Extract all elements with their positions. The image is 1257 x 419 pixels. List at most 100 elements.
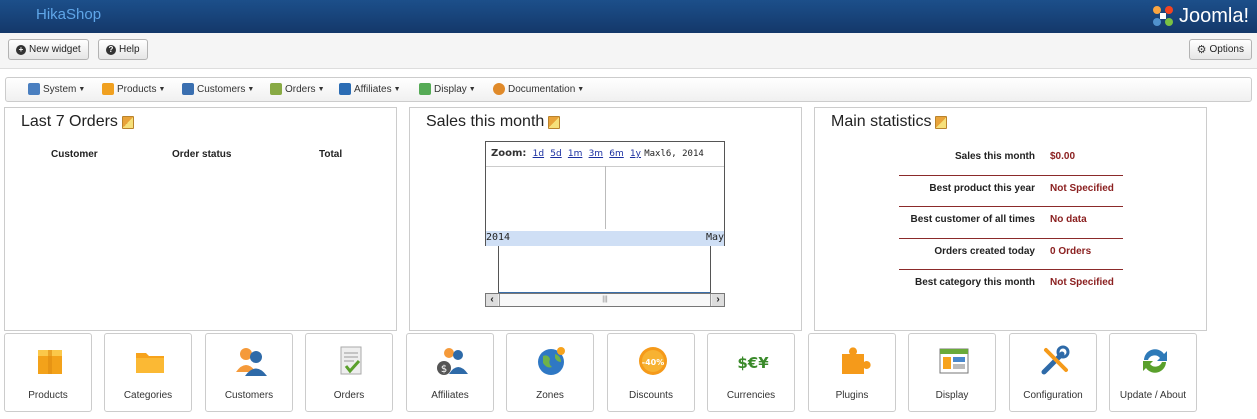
zoom-row: Zoom: 1d 5d 1m 3m 6m 1y Maxl6, 2014 — [491, 148, 704, 159]
menu-affiliates[interactable]: Affiliates ▼ — [339, 83, 401, 95]
statistics-table: Sales this month $0.00 Best product this… — [899, 144, 1123, 302]
chevron-down-icon: ▼ — [158, 85, 166, 93]
tile-categories-label: Categories — [123, 390, 173, 401]
folder-icon — [136, 353, 164, 373]
tile-products-label: Products — [28, 390, 68, 401]
chevron-down-icon: ▼ — [317, 85, 325, 93]
chevron-down-icon: ▼ — [247, 85, 255, 93]
menu-products-label: Products — [117, 83, 157, 95]
date-display: l6, 2014 — [660, 149, 704, 159]
stat-label: Best category this month — [914, 277, 1035, 288]
column-order-status[interactable]: Order status — [172, 149, 231, 160]
menu-display[interactable]: Display ▼ — [419, 83, 476, 95]
axis-label-left: 2014 — [486, 232, 511, 243]
tile-discounts[interactable]: -40% Discounts — [607, 333, 695, 412]
tile-affiliates[interactable]: $ Affiliates — [406, 333, 494, 412]
edit-pencil-icon[interactable] — [935, 115, 948, 129]
display-icon — [419, 83, 431, 95]
stat-value: 0 Orders — [1050, 245, 1092, 257]
edit-pencil-icon[interactable] — [548, 115, 561, 129]
plus-circle-icon: + — [16, 44, 26, 55]
question-circle-icon: ? — [106, 44, 116, 55]
stat-row: Best product this year Not Specified — [899, 176, 1123, 207]
help-button[interactable]: ? Help — [98, 39, 148, 60]
menu-documentation[interactable]: Documentation ▼ — [493, 83, 584, 95]
last-orders-panel: Last 7 Orders Customer Order status Tota… — [4, 107, 397, 331]
chart-navigator[interactable] — [498, 246, 711, 294]
stat-label: Orders created today — [934, 245, 1035, 257]
menu-customers[interactable]: Customers ▼ — [182, 83, 254, 95]
tile-configuration[interactable]: Configuration — [1009, 333, 1097, 412]
tools-config-icon — [1041, 345, 1070, 375]
zoom-1y[interactable]: 1y — [630, 149, 641, 159]
stat-value: $0.00 — [1050, 151, 1076, 162]
joomla-logo[interactable]: Joomla! — [1151, 2, 1249, 30]
discount-badge-icon: -40% — [639, 347, 667, 375]
help-label: Help — [119, 44, 140, 55]
zoom-6m[interactable]: 6m — [609, 149, 624, 159]
tile-orders[interactable]: Orders — [305, 333, 393, 412]
last-orders-title: Last 7 Orders — [21, 113, 134, 131]
column-customer[interactable]: Customer — [51, 149, 98, 160]
chevron-down-icon: ▼ — [577, 85, 585, 93]
svg-text:$: $ — [441, 364, 447, 375]
tile-plugins[interactable]: Plugins — [808, 333, 896, 412]
zoom-max[interactable]: Max — [644, 149, 660, 159]
tile-customers-label: Customers — [224, 390, 274, 401]
menu-orders[interactable]: Orders ▼ — [270, 83, 325, 95]
stat-value: Not Specified — [1050, 277, 1114, 288]
options-button[interactable]: ⚙ Options — [1188, 39, 1252, 60]
tile-products[interactable]: Products — [4, 333, 92, 412]
menu-display-label: Display — [434, 83, 467, 95]
main-statistics-panel: Main statistics Sales this month $0.00 B… — [814, 107, 1207, 331]
tools-icon — [28, 83, 40, 95]
chart-scrollbar[interactable]: ‹ ||| › — [485, 293, 725, 307]
scroll-left-icon[interactable]: ‹ — [486, 294, 498, 306]
tile-configuration-label: Configuration — [1023, 390, 1083, 401]
menu-products[interactable]: Products ▼ — [102, 83, 165, 95]
tile-display[interactable]: Display — [908, 333, 996, 412]
tile-zones[interactable]: Zones — [506, 333, 594, 412]
zoom-1m[interactable]: 1m — [568, 149, 583, 159]
order-document-icon — [340, 346, 362, 375]
tile-currencies[interactable]: $€¥ Currencies — [707, 333, 795, 412]
menu-orders-label: Orders — [285, 83, 316, 95]
affiliates-icon — [339, 83, 351, 95]
tile-affiliates-label: Affiliates — [431, 390, 469, 401]
tile-customers[interactable]: Customers — [205, 333, 293, 412]
zoom-3m[interactable]: 3m — [589, 149, 604, 159]
zoom-1d[interactable]: 1d — [533, 149, 544, 159]
tile-currencies-label: Currencies — [726, 390, 776, 401]
zoom-label: Zoom: — [491, 148, 527, 159]
scroll-right-icon[interactable]: › — [712, 294, 724, 306]
zoom-5d[interactable]: 5d — [550, 149, 561, 159]
app-header: HikaShop Joomla! — [0, 0, 1257, 33]
stat-label: Best customer of all times — [910, 214, 1035, 225]
edit-pencil-icon[interactable] — [121, 115, 134, 129]
last-orders-title-text: Last 7 Orders — [21, 113, 118, 130]
main-menu: System ▼ Products ▼ Customers ▼ Orders ▼ Aff… — [5, 77, 1252, 102]
menu-system-label: System — [43, 83, 77, 95]
column-total[interactable]: Total — [319, 149, 342, 160]
menu-affiliates-label: Affiliates — [354, 83, 392, 95]
users-icon — [182, 83, 194, 95]
currency-icon: $€¥ — [737, 354, 769, 372]
menu-documentation-label: Documentation — [508, 83, 576, 95]
tile-display-label: Display — [935, 390, 969, 401]
currency-glyphs: $€¥ — [737, 354, 769, 372]
sales-month-title-text: Sales this month — [426, 113, 545, 130]
tile-plugins-label: Plugins — [835, 390, 869, 401]
customers-icon — [236, 348, 267, 376]
tile-categories[interactable]: Categories — [104, 333, 192, 412]
tile-discounts-label: Discounts — [629, 390, 673, 401]
tile-zones-label: Zones — [536, 390, 564, 401]
chevron-down-icon: ▼ — [393, 85, 401, 93]
scrollbar-thumb[interactable]: ||| — [499, 294, 711, 306]
new-widget-button[interactable]: + New widget — [8, 39, 89, 60]
sales-month-title: Sales this month — [426, 113, 561, 131]
box-icon — [102, 83, 114, 95]
affiliates-money-icon: $ — [437, 348, 468, 375]
stat-row: Orders created today 0 Orders — [899, 239, 1123, 270]
tile-update-about[interactable]: Update / About — [1109, 333, 1197, 412]
menu-system[interactable]: System ▼ — [28, 83, 85, 95]
